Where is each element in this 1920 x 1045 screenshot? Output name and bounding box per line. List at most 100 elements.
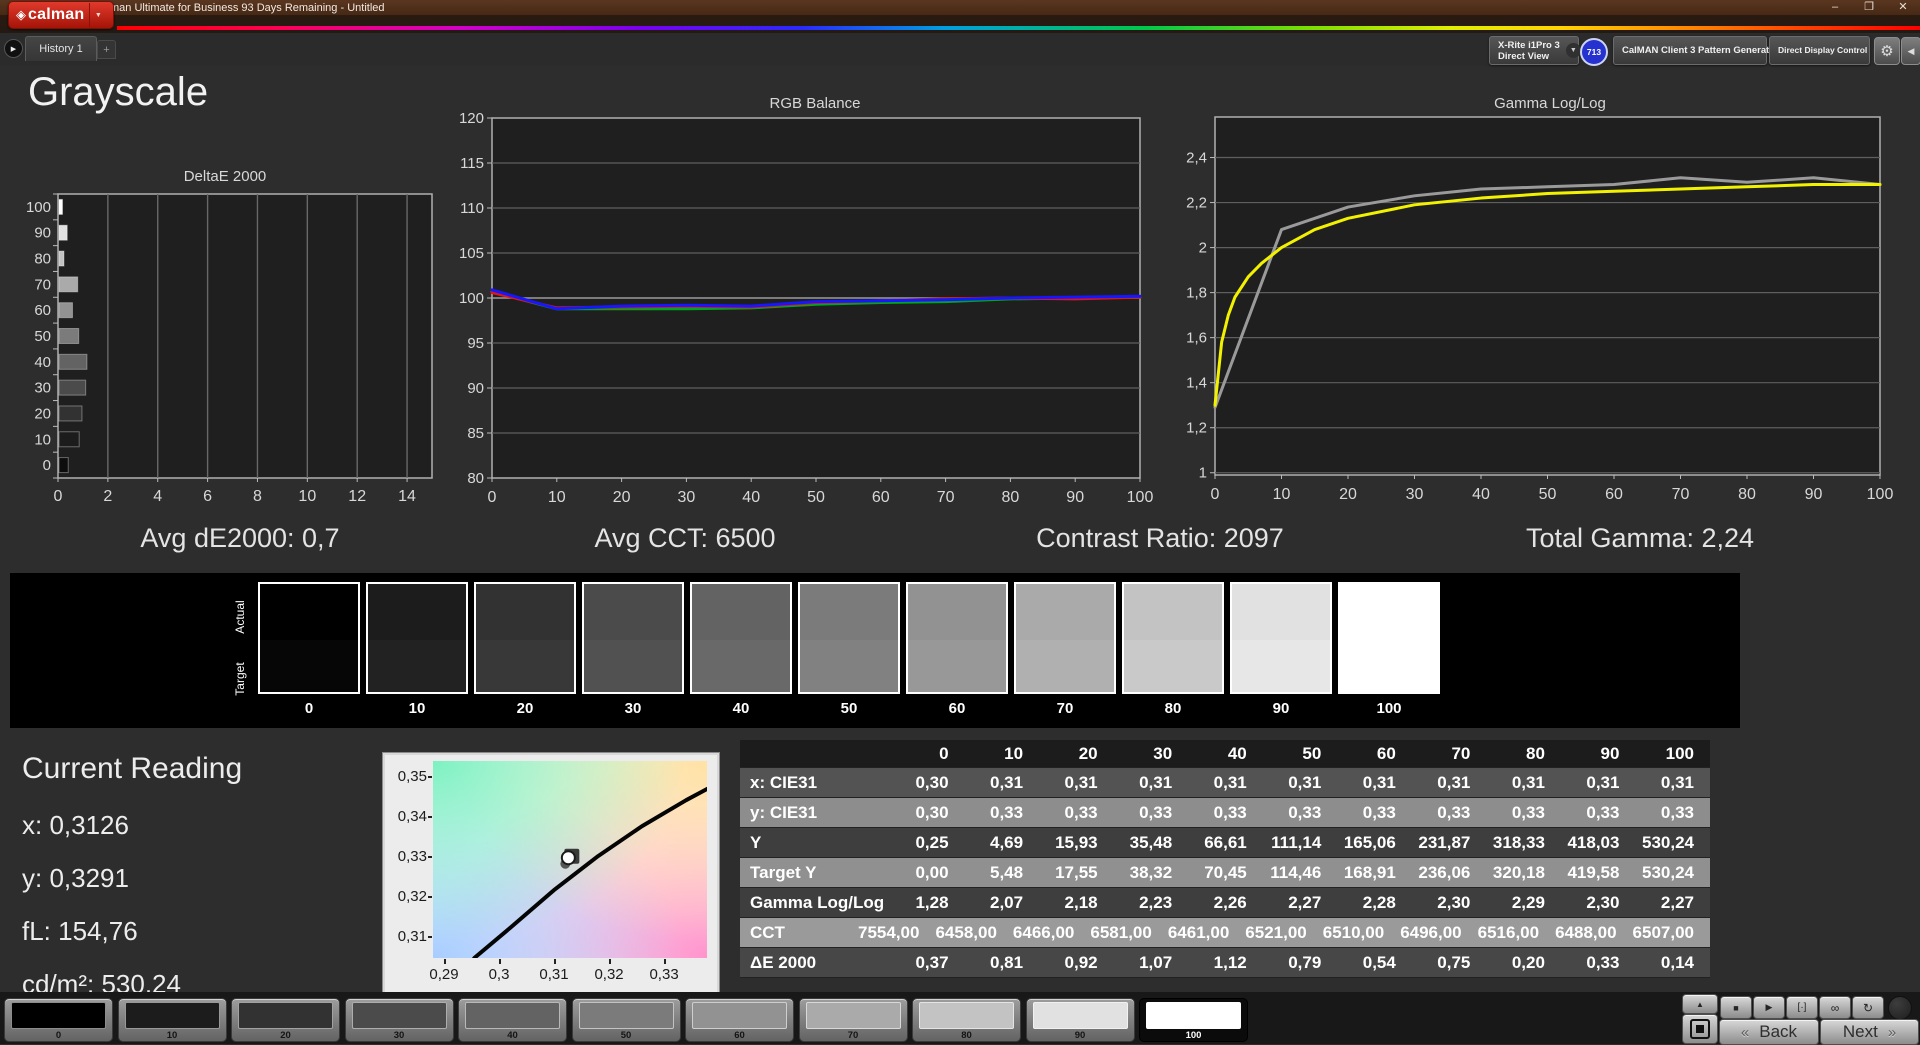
swatch-row xyxy=(258,582,1440,694)
table-row-gamma-log-log: Gamma Log/Log1,282,072,182,232,262,272,2… xyxy=(740,888,1710,918)
pattern-patch-button-90[interactable]: 90 xyxy=(1026,998,1135,1042)
table-column-header: 40 xyxy=(1188,744,1263,764)
table-row-y: Y0,254,6915,9335,4866,61111,14165,06231,… xyxy=(740,828,1710,858)
refresh-measure-button[interactable]: ↻ xyxy=(1852,996,1884,1019)
maximize-button[interactable]: ❐ xyxy=(1852,0,1886,15)
deltae-bar-70 xyxy=(59,277,78,292)
patch-label: 10 xyxy=(119,1030,226,1041)
grayscale-swatch-90 xyxy=(1230,582,1332,694)
svg-text:20: 20 xyxy=(613,489,631,506)
cie-ytick: 0,35 xyxy=(387,768,427,785)
pattern-patch-button-60[interactable]: 60 xyxy=(685,998,794,1042)
grayscale-swatch-10 xyxy=(366,582,468,694)
minimize-button[interactable]: – xyxy=(1818,0,1852,15)
play-measure-button[interactable]: ▶ xyxy=(1753,996,1785,1019)
collapse-panel-button[interactable]: ◀ xyxy=(1901,37,1920,65)
patch-label: 80 xyxy=(913,1030,1020,1041)
cie-measurement-marker xyxy=(562,851,575,864)
pattern-patch-button-70[interactable]: 70 xyxy=(799,998,908,1042)
table-cell: 0,75 xyxy=(1412,953,1487,973)
next-button[interactable]: Next » xyxy=(1820,1019,1919,1045)
display-control-dropdown[interactable]: Direct Display Control ▼ xyxy=(1769,36,1870,65)
back-button[interactable]: « Back xyxy=(1719,1019,1819,1045)
cie-xtick: 0,32 xyxy=(585,966,633,983)
table-cell: 0,20 xyxy=(1486,953,1561,973)
calman-logo-icon: ◈ xyxy=(16,7,26,23)
table-cell: 0,31 xyxy=(1039,773,1114,793)
deltae-chart-title: DeltaE 2000 xyxy=(60,168,390,185)
table-row-label: ΔE 2000 xyxy=(740,953,890,973)
cie-plot xyxy=(433,761,707,958)
table-column-header: 60 xyxy=(1337,744,1412,764)
close-button[interactable]: ✕ xyxy=(1886,0,1920,15)
table-cell: 1,07 xyxy=(1114,953,1189,973)
pattern-up-button[interactable]: ▲ xyxy=(1682,994,1718,1014)
pattern-size-button[interactable]: [·] xyxy=(1786,996,1818,1019)
table-row-label: Target Y xyxy=(740,863,890,883)
svg-text:120: 120 xyxy=(459,110,484,127)
table-cell: 0,25 xyxy=(890,833,965,853)
history-play-button[interactable]: ▶ xyxy=(4,39,23,58)
pattern-generator-dropdown[interactable]: CalMAN Client 3 Pattern Generator ▼ xyxy=(1613,36,1767,65)
table-cell: 6521,00 xyxy=(1245,923,1322,943)
pattern-patch-button-40[interactable]: 40 xyxy=(458,998,567,1042)
grayscale-swatch-0 xyxy=(258,582,360,694)
table-cell: 6461,00 xyxy=(1168,923,1245,943)
meter-chevron-down-icon[interactable]: ▼ xyxy=(1566,43,1581,58)
table-cell: 6581,00 xyxy=(1090,923,1167,943)
svg-text:80: 80 xyxy=(1002,489,1020,506)
pattern-window-button[interactable] xyxy=(1682,1014,1718,1044)
grayscale-swatch-strip: Actual Target 0102030405060708090100 xyxy=(10,573,1740,728)
patch-swatch xyxy=(919,1002,1014,1029)
window-title: Calman 2025 Calman Ultimate for Business… xyxy=(25,2,1818,14)
actual-label: Actual xyxy=(233,582,247,652)
deltae-bar-10 xyxy=(59,432,79,447)
svg-text:50: 50 xyxy=(34,328,51,345)
patch-label: 100 xyxy=(1140,1030,1247,1041)
grayscale-swatch-100 xyxy=(1338,582,1440,694)
add-tab-button[interactable]: + xyxy=(97,40,116,59)
svg-text:115: 115 xyxy=(460,155,484,172)
pattern-patch-button-20[interactable]: 20 xyxy=(231,998,340,1042)
svg-text:60: 60 xyxy=(34,302,51,319)
table-cell: 0,81 xyxy=(965,953,1040,973)
pattern-patch-button-50[interactable]: 50 xyxy=(572,998,681,1042)
table-cell: 0,33 xyxy=(1635,803,1710,823)
patch-label: 60 xyxy=(686,1030,793,1041)
stop-measure-button[interactable]: ■ xyxy=(1720,996,1752,1019)
deltae-chart: 100908070605040302010002468101214 xyxy=(20,185,450,515)
pattern-patch-button-10[interactable]: 10 xyxy=(118,998,227,1042)
reading-fl: fL: 154,76 xyxy=(22,916,242,947)
table-cell: 2,27 xyxy=(1263,893,1338,913)
table-row--e-2000: ΔE 20000,370,810,921,071,120,790,540,750… xyxy=(740,948,1710,978)
cie-overlay xyxy=(433,761,707,958)
cie-chromaticity-panel: 0,350,340,330,320,310,290,30,310,320,33 xyxy=(382,752,720,995)
table-cell: 6507,00 xyxy=(1633,923,1710,943)
pattern-patch-button-80[interactable]: 80 xyxy=(912,998,1021,1042)
tab-history-1[interactable]: History 1 xyxy=(25,36,97,61)
table-cell: 0,33 xyxy=(1188,803,1263,823)
table-cell: 236,06 xyxy=(1412,863,1487,883)
next-button-label: Next xyxy=(1843,1022,1878,1042)
meter-dropdown[interactable]: X-Rite i1Pro 3 Direct View ▼ xyxy=(1489,36,1579,65)
table-cell: 0,31 xyxy=(965,773,1040,793)
patch-swatch xyxy=(692,1002,787,1029)
calman-menu-button[interactable]: ◈ calman ▼ xyxy=(8,1,114,29)
svg-text:70: 70 xyxy=(1672,486,1690,503)
svg-text:80: 80 xyxy=(467,470,484,487)
pattern-patch-button-30[interactable]: 30 xyxy=(345,998,454,1042)
swatch-level-label: 70 xyxy=(1014,700,1116,717)
back-chevron-icon: « xyxy=(1741,1024,1749,1041)
window-titlebar: Calman 2025 Calman Ultimate for Business… xyxy=(0,0,1920,15)
meter-mode: Direct View xyxy=(1498,51,1549,62)
pattern-patch-button-0[interactable]: 0 xyxy=(4,998,113,1042)
svg-text:2: 2 xyxy=(1199,240,1207,257)
reading-y: y: 0,3291 xyxy=(22,863,242,894)
continuous-measure-button[interactable]: ∞ xyxy=(1819,996,1851,1019)
pattern-patch-button-100[interactable]: 100 xyxy=(1139,998,1248,1042)
settings-gear-button[interactable]: ⚙ xyxy=(1874,37,1900,65)
svg-text:100: 100 xyxy=(1867,486,1894,503)
table-cell: 6488,00 xyxy=(1555,923,1632,943)
calman-menu-dropdown-icon[interactable]: ▼ xyxy=(89,3,106,27)
svg-text:60: 60 xyxy=(872,489,890,506)
